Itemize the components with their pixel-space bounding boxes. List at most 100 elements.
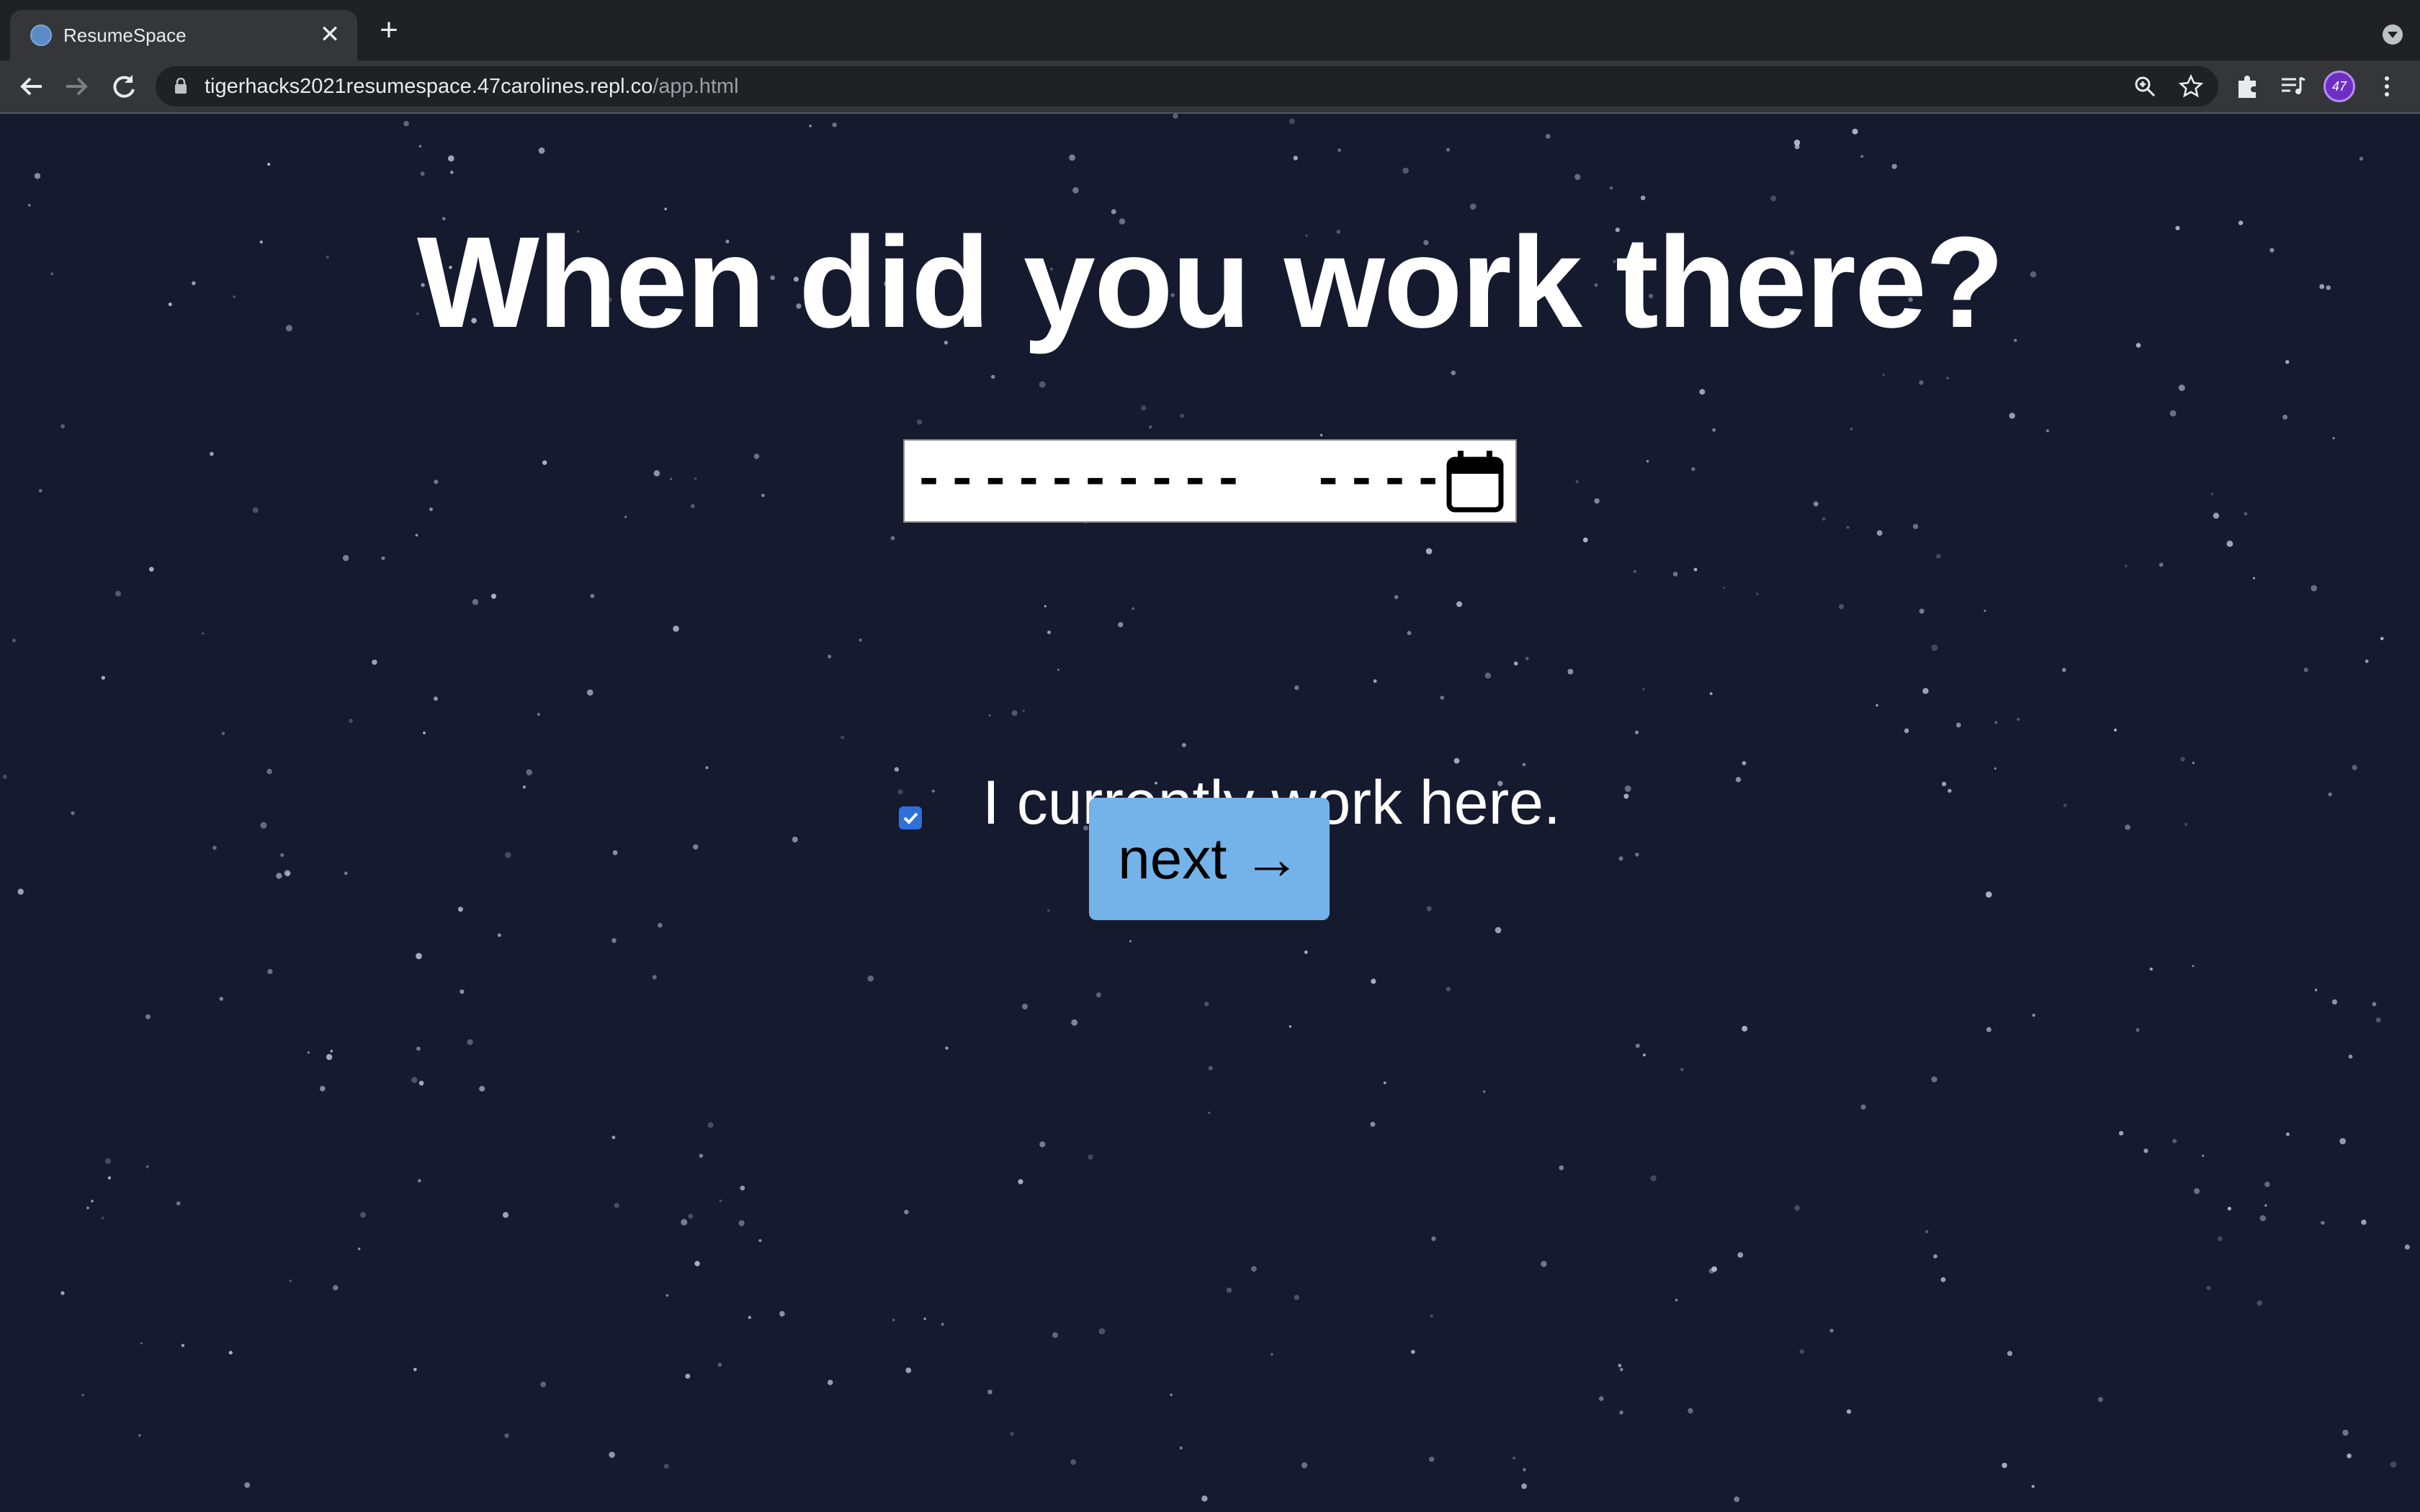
star xyxy=(892,1318,895,1322)
star xyxy=(2361,1219,2367,1225)
star xyxy=(859,638,862,642)
star xyxy=(145,1165,149,1169)
star xyxy=(1742,761,1747,765)
star xyxy=(1149,426,1152,429)
star xyxy=(1770,195,1777,202)
star xyxy=(1057,668,1059,671)
star xyxy=(460,989,465,994)
star xyxy=(415,534,418,537)
star xyxy=(1483,1090,1486,1093)
star xyxy=(91,1200,94,1203)
star xyxy=(2244,512,2248,516)
star xyxy=(1675,1298,1678,1302)
star xyxy=(827,1380,833,1385)
star xyxy=(1208,1066,1213,1071)
star xyxy=(411,1076,418,1084)
reload-icon[interactable] xyxy=(107,69,141,104)
star xyxy=(2348,1054,2353,1059)
star xyxy=(101,675,105,680)
star xyxy=(991,374,995,379)
checkbox-check-icon xyxy=(903,812,918,824)
star xyxy=(1904,728,1909,734)
star xyxy=(280,852,284,858)
close-icon[interactable]: ✕ xyxy=(317,22,343,48)
star xyxy=(1294,685,1299,690)
star xyxy=(1672,572,1678,577)
star xyxy=(1429,1457,1435,1462)
star xyxy=(429,508,433,511)
star xyxy=(1129,940,1132,942)
star xyxy=(1069,154,1075,161)
star xyxy=(1431,1236,1436,1241)
star xyxy=(1852,128,1858,135)
star xyxy=(1919,380,1924,385)
star xyxy=(479,1086,485,1092)
url-path: /app.html xyxy=(653,75,739,98)
tab-search-icon[interactable] xyxy=(2383,24,2403,45)
next-button[interactable]: next → xyxy=(1089,798,1330,920)
star xyxy=(542,460,547,465)
star xyxy=(1018,1179,1023,1184)
star xyxy=(2192,762,2195,765)
browser-tab[interactable]: ResumeSpace ✕ xyxy=(10,10,357,60)
back-icon[interactable] xyxy=(14,69,49,104)
star xyxy=(1304,950,1308,954)
date-input-placeholder: ---------- ---- xyxy=(913,451,1446,510)
star xyxy=(2136,1027,2140,1032)
star xyxy=(1512,1457,1516,1460)
star xyxy=(2321,1220,2325,1225)
star xyxy=(890,536,895,541)
star xyxy=(349,719,353,723)
star xyxy=(1931,1076,1937,1083)
star xyxy=(867,975,874,982)
star xyxy=(694,1261,700,1266)
star xyxy=(1912,523,1919,529)
star xyxy=(490,593,497,599)
avatar[interactable]: 47 xyxy=(2323,71,2355,102)
star xyxy=(423,731,426,734)
address-bar[interactable]: tigerhacks2021resumespace.47carolines.re… xyxy=(156,66,2218,107)
star xyxy=(1098,1328,1106,1335)
star xyxy=(344,871,348,876)
star xyxy=(1294,1295,1299,1300)
star xyxy=(472,599,479,606)
menu-icon[interactable] xyxy=(2377,71,2397,102)
star xyxy=(1756,593,1759,595)
star xyxy=(1680,1068,1684,1071)
star xyxy=(923,1318,926,1320)
star xyxy=(693,844,699,850)
star xyxy=(537,713,540,716)
star xyxy=(587,689,593,696)
plus-icon[interactable]: + xyxy=(375,14,403,46)
star xyxy=(505,852,511,858)
star xyxy=(809,125,812,127)
star xyxy=(1204,1002,1209,1007)
star xyxy=(685,1373,691,1379)
media-icon[interactable] xyxy=(2277,71,2309,102)
calendar-icon[interactable] xyxy=(1445,449,1505,514)
star xyxy=(2259,1215,2267,1222)
star xyxy=(1173,114,1178,119)
currently-work-checkbox[interactable] xyxy=(899,806,922,829)
star xyxy=(2206,1285,2211,1290)
star-icon[interactable] xyxy=(2178,73,2204,99)
extensions-icon[interactable] xyxy=(2231,71,2263,102)
star xyxy=(1559,1165,1564,1171)
star xyxy=(987,1389,992,1395)
date-input[interactable]: ---------- ---- xyxy=(903,439,1517,523)
star xyxy=(342,554,349,562)
star xyxy=(738,1220,745,1227)
star xyxy=(1925,1230,1929,1233)
url-host: tigerhacks2021resumespace.47carolines.re… xyxy=(205,75,653,98)
star xyxy=(1624,785,1631,792)
star xyxy=(266,768,272,775)
star xyxy=(753,454,760,459)
star xyxy=(614,1202,619,1208)
star xyxy=(945,1046,949,1050)
star xyxy=(691,504,695,508)
star xyxy=(1933,1254,1937,1259)
star xyxy=(1201,1495,1208,1502)
star xyxy=(1456,601,1463,608)
zoom-icon[interactable] xyxy=(2132,73,2158,99)
forward-icon[interactable] xyxy=(59,69,94,104)
